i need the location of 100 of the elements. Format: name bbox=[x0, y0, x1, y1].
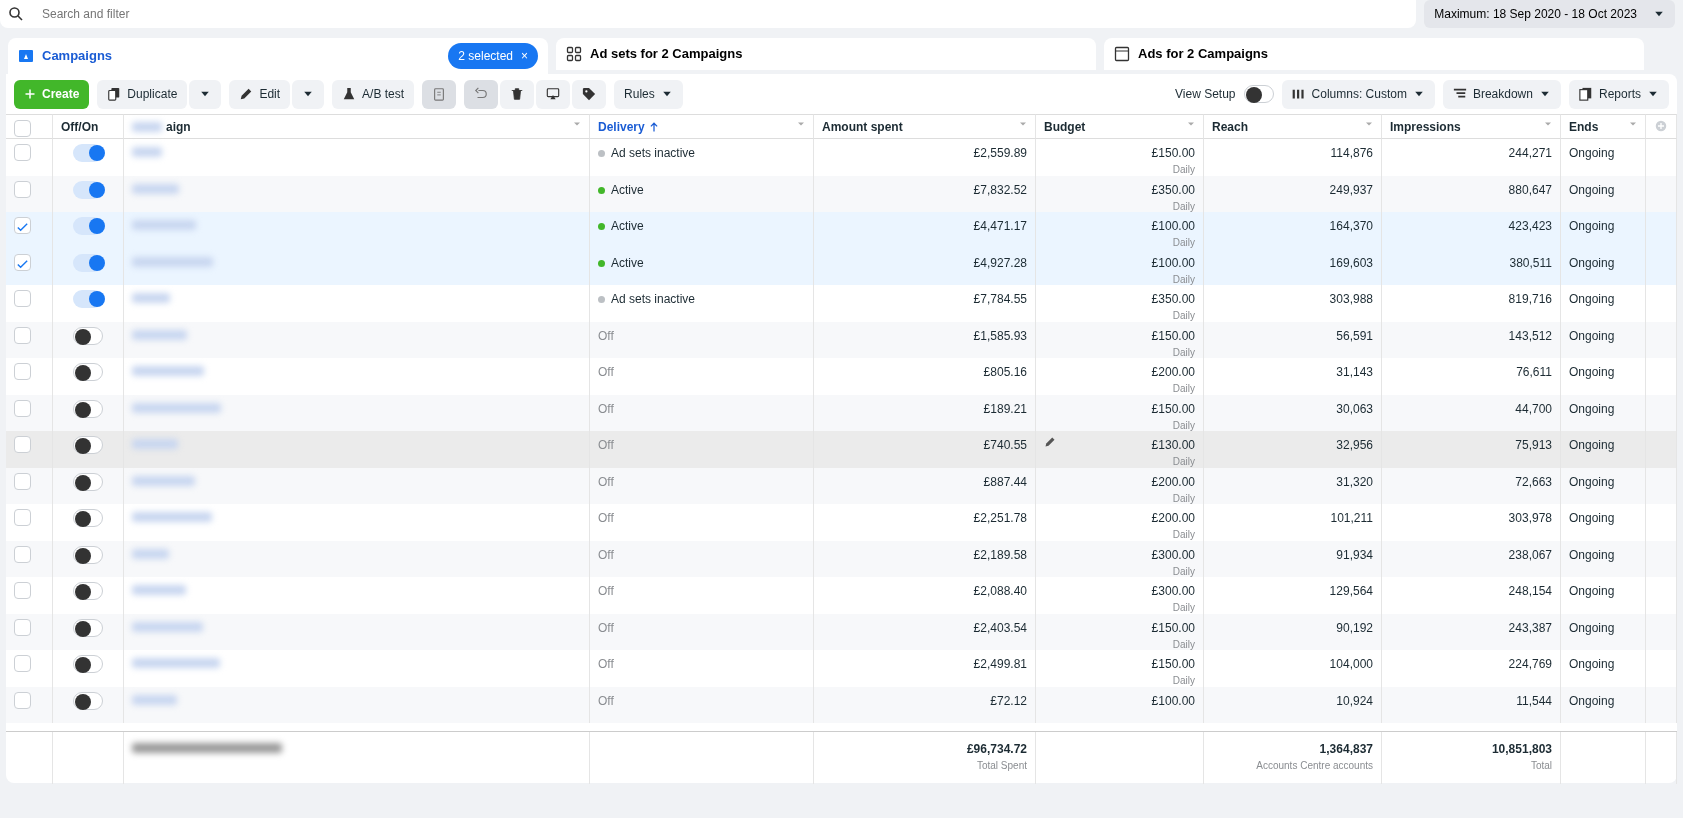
export-button[interactable] bbox=[536, 79, 571, 109]
table-row[interactable]: Off £2,088.40 £300.00 Daily 129,564 248,154 Ongoing bbox=[6, 577, 1677, 614]
tab[interactable]: Ads for 2 Campaigns bbox=[1104, 38, 1644, 70]
on-off-toggle[interactable] bbox=[73, 144, 103, 162]
table-row[interactable]: Active £7,832.52 £350.00 Daily 249,937 880,647 Ongoing bbox=[6, 175, 1677, 212]
table-row[interactable]: Active £4,471.17 £100.00 Daily 164,370 423,423 Ongoing bbox=[6, 212, 1677, 249]
pencil-icon[interactable] bbox=[1044, 436, 1056, 448]
on-off-toggle[interactable] bbox=[73, 618, 103, 637]
sort-caret-icon bbox=[573, 120, 581, 128]
on-off-toggle[interactable] bbox=[73, 472, 103, 491]
on-off-toggle[interactable] bbox=[73, 253, 103, 272]
view-setup-toggle[interactable] bbox=[1243, 85, 1274, 103]
edit-button[interactable]: Edit bbox=[229, 79, 291, 109]
row-checkbox[interactable] bbox=[14, 618, 31, 636]
ends-value: Ongoing bbox=[1569, 146, 1615, 160]
column-header[interactable]: Impressions bbox=[1382, 114, 1561, 139]
row-checkbox[interactable] bbox=[14, 509, 31, 526]
selection-chip[interactable]: 2 selected × bbox=[448, 43, 538, 69]
on-off-toggle[interactable] bbox=[73, 180, 103, 199]
table-row[interactable]: Off £189.21 £150.00 Daily 30,063 44,700 Ongoing bbox=[6, 394, 1677, 431]
budget-period: Daily bbox=[1171, 236, 1195, 250]
table-row[interactable]: Off £2,189.58 £300.00 Daily 91,934 238,067 Ongoing bbox=[6, 540, 1677, 577]
tab[interactable]: Ad sets for 2 Campaigns bbox=[556, 38, 1096, 70]
ends-value: Ongoing bbox=[1569, 219, 1615, 233]
row-checkbox[interactable] bbox=[14, 691, 31, 709]
breakdown-icon bbox=[1452, 87, 1467, 101]
table-row[interactable]: Off £740.55 £130.00 Daily 32,956 75,913 Ongoing bbox=[6, 431, 1677, 468]
row-checkbox[interactable] bbox=[14, 180, 31, 198]
row-checkbox[interactable] bbox=[14, 399, 31, 417]
column-header[interactable]: Budget bbox=[1036, 114, 1204, 139]
window-icon bbox=[1114, 46, 1130, 62]
table-row[interactable]: Off £72.12 £100.00 10,924 11,544 Ongoing bbox=[6, 686, 1677, 723]
sort-caret-icon bbox=[1365, 120, 1373, 128]
on-off-toggle[interactable] bbox=[73, 691, 103, 710]
row-checkbox[interactable] bbox=[14, 582, 31, 599]
budget-amount: £200.00 bbox=[1151, 510, 1195, 527]
ends-value: Ongoing bbox=[1569, 511, 1615, 525]
row-checkbox[interactable] bbox=[14, 436, 31, 453]
row-checkbox[interactable] bbox=[14, 326, 31, 344]
rules-button[interactable]: Rules bbox=[614, 79, 683, 109]
table-row[interactable]: Active £4,927.28 £100.00 Daily 169,603 380,511 Ongoing bbox=[6, 248, 1677, 285]
ends-value: Ongoing bbox=[1569, 474, 1615, 489]
reports-button[interactable]: Reports bbox=[1568, 79, 1669, 109]
sort-caret-icon bbox=[1019, 120, 1027, 128]
row-checkbox[interactable] bbox=[14, 363, 31, 380]
on-off-toggle[interactable] bbox=[73, 326, 103, 345]
trash-icon bbox=[510, 87, 525, 101]
reach-value: 169,603 bbox=[1329, 255, 1373, 270]
row-checkbox[interactable] bbox=[14, 655, 31, 672]
row-checkbox[interactable] bbox=[14, 545, 31, 563]
table-row[interactable]: Off £2,251.78 £200.00 Daily 101,211 303,978 Ongoing bbox=[6, 504, 1677, 541]
select-all-checkbox[interactable] bbox=[14, 120, 31, 137]
on-off-toggle[interactable] bbox=[73, 217, 103, 235]
total-value: 10,851,803 bbox=[1490, 741, 1552, 758]
row-checkbox[interactable] bbox=[14, 217, 31, 234]
grid-icon bbox=[566, 46, 582, 62]
duplicate-button[interactable]: Duplicate bbox=[97, 79, 188, 109]
row-checkbox[interactable] bbox=[14, 144, 31, 161]
ends-value: Ongoing bbox=[1569, 365, 1615, 379]
search-input[interactable]: Search and filter bbox=[40, 4, 640, 24]
row-checkbox[interactable] bbox=[14, 472, 31, 490]
on-off-toggle[interactable] bbox=[73, 582, 103, 600]
on-off-toggle[interactable] bbox=[73, 655, 103, 673]
table-row[interactable]: Off £805.16 £200.00 Daily 31,143 76,611 Ongoing bbox=[6, 358, 1677, 395]
amount-spent: £2,189.58 bbox=[973, 547, 1027, 562]
delivery-status: Ad sets inactive bbox=[611, 145, 696, 162]
columns-button[interactable]: Columns: Custom bbox=[1281, 79, 1435, 109]
on-off-toggle[interactable] bbox=[73, 399, 103, 418]
tab[interactable]: Campaigns 2 selected × bbox=[8, 38, 548, 74]
amount-spent: £2,559.89 bbox=[973, 146, 1027, 160]
table-row[interactable]: Off £2,403.54 £150.00 Daily 90,192 243,387 Ongoing bbox=[6, 613, 1677, 650]
delete-button[interactable] bbox=[500, 79, 535, 109]
search-field[interactable]: Search and filter bbox=[0, 0, 1417, 28]
row-checkbox[interactable] bbox=[14, 290, 31, 307]
amount-spent: £2,088.40 bbox=[973, 584, 1027, 598]
ab-test-button[interactable]: A/B test bbox=[332, 79, 415, 109]
breakdown-button[interactable]: Breakdown bbox=[1442, 79, 1561, 109]
table-row[interactable]: Ad sets inactive £7,784.55 £350.00 Daily 303,988 819,716 Ongoing bbox=[6, 285, 1677, 322]
tag-button[interactable] bbox=[572, 79, 607, 109]
table-row[interactable]: Off £887.44 £200.00 Daily 31,320 72,663 Ongoing bbox=[6, 467, 1677, 504]
column-header[interactable]: Amount spent bbox=[814, 114, 1036, 139]
on-off-toggle[interactable] bbox=[73, 436, 103, 454]
date-range-button[interactable]: Maximum: 18 Sep 2020 - 18 Oct 2023 bbox=[1424, 0, 1675, 28]
column-header[interactable]: aign bbox=[124, 114, 590, 139]
on-off-toggle[interactable] bbox=[73, 290, 103, 308]
on-off-toggle[interactable] bbox=[73, 363, 103, 381]
row-checkbox[interactable] bbox=[14, 253, 31, 271]
column-header[interactable]: Reach bbox=[1204, 114, 1382, 139]
clipboard-button[interactable] bbox=[422, 79, 457, 109]
column-header[interactable]: Ends bbox=[1561, 114, 1646, 139]
table-row[interactable]: Ad sets inactive £2,559.89 £150.00 Daily 114,876 244,271 Ongoing bbox=[6, 139, 1677, 176]
table-row[interactable]: Off £1,585.93 £150.00 Daily 56,591 143,512 Ongoing bbox=[6, 321, 1677, 358]
table-row[interactable]: Off £2,499.81 £150.00 Daily 104,000 224,769 Ongoing bbox=[6, 650, 1677, 687]
blurred-text bbox=[132, 439, 178, 449]
column-header[interactable]: Delivery bbox=[590, 114, 814, 139]
column-header[interactable]: Off/On bbox=[53, 114, 124, 139]
on-off-toggle[interactable] bbox=[73, 509, 103, 527]
blurred-text bbox=[132, 548, 169, 559]
blurred-text bbox=[132, 366, 204, 376]
on-off-toggle[interactable] bbox=[73, 545, 103, 564]
